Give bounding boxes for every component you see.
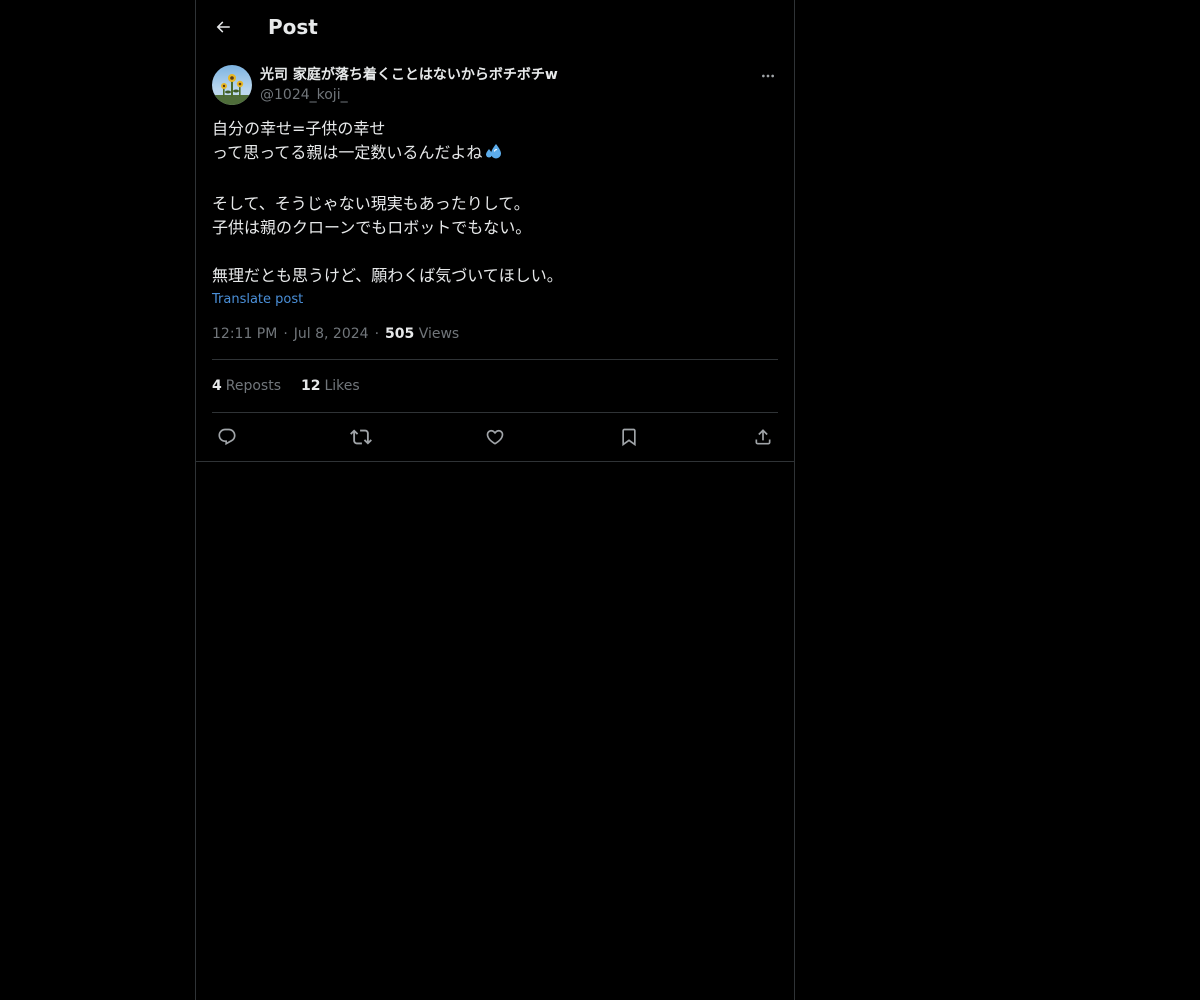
post-text-line: そして、そうじゃない現実もあったりして。 xyxy=(212,194,530,213)
author-row: 光司 家庭が落ち着くことはないからボチボチw @1024_koji_ xyxy=(212,65,778,105)
divider xyxy=(196,461,794,462)
like-icon xyxy=(486,429,504,445)
post: 光司 家庭が落ち着くことはないからボチボチw @1024_koji_ 自分の幸せ… xyxy=(196,53,794,461)
post-text-line: 子供は親のクローンでもロボットでもない。 xyxy=(212,218,532,237)
views-count: 505 xyxy=(385,326,415,342)
post-text-line xyxy=(212,168,778,192)
meta-separator: · xyxy=(374,326,380,342)
repost-icon xyxy=(350,429,372,445)
post-time[interactable]: 12:11 PM xyxy=(212,326,277,342)
avatar[interactable] xyxy=(212,65,252,105)
more-options-button[interactable] xyxy=(758,67,778,85)
avatar-sunflower-icon xyxy=(212,65,252,105)
more-horizontal-icon xyxy=(762,74,774,78)
post-text-line: 自分の幸せ=子供の幸せ xyxy=(212,119,386,138)
post-text-line: 無理だとも思うけど、願わくば気づいてほしい。 xyxy=(212,266,563,285)
author-handle[interactable]: @1024_koji_ xyxy=(260,85,558,105)
post-actions xyxy=(212,413,778,461)
share-icon xyxy=(755,429,771,445)
translate-post-link[interactable]: Translate post xyxy=(212,292,303,307)
reply-button[interactable] xyxy=(216,426,238,448)
arrow-left-icon xyxy=(216,20,230,33)
reposts-stat[interactable]: 4 Reposts xyxy=(212,378,281,394)
share-button[interactable] xyxy=(752,426,774,448)
post-meta: 12:11 PM · Jul 8, 2024 · 505 Views xyxy=(212,324,778,360)
reposts-count: 4 xyxy=(212,378,222,394)
back-button[interactable] xyxy=(212,16,234,38)
meta-separator: · xyxy=(283,326,288,342)
sweat-droplets-icon xyxy=(484,141,504,168)
post-text-line xyxy=(212,240,778,264)
main-column: Post 光司 家庭が落ち着くことはないからボチボチw @1024_koji_ … xyxy=(195,0,795,1000)
reposts-label: Reposts xyxy=(225,378,281,394)
header: Post xyxy=(196,0,794,53)
likes-stat[interactable]: 12 Likes xyxy=(301,378,360,394)
page-title: Post xyxy=(268,14,318,39)
post-stats: 4 Reposts 12 Likes xyxy=(212,360,778,413)
likes-label: Likes xyxy=(324,378,360,394)
author-display-name[interactable]: 光司 家庭が落ち着くことはないからボチボチw xyxy=(260,65,558,85)
like-button[interactable] xyxy=(484,426,506,448)
bookmark-button[interactable] xyxy=(618,426,640,448)
post-date[interactable]: Jul 8, 2024 xyxy=(294,326,369,342)
post-text-line: って思ってる親は一定数いるんだよね xyxy=(212,141,778,168)
repost-button[interactable] xyxy=(350,426,372,448)
post-text: 自分の幸せ=子供の幸せ って思ってる親は一定数いるんだよね そして、そうじゃない… xyxy=(212,117,778,288)
post-text-line-text: って思ってる親は一定数いるんだよね xyxy=(212,143,483,162)
reply-icon xyxy=(218,428,236,446)
likes-count: 12 xyxy=(301,378,321,394)
author-info: 光司 家庭が落ち着くことはないからボチボチw @1024_koji_ xyxy=(260,65,558,105)
views-label: Views xyxy=(418,326,460,342)
bookmark-icon xyxy=(622,428,636,447)
